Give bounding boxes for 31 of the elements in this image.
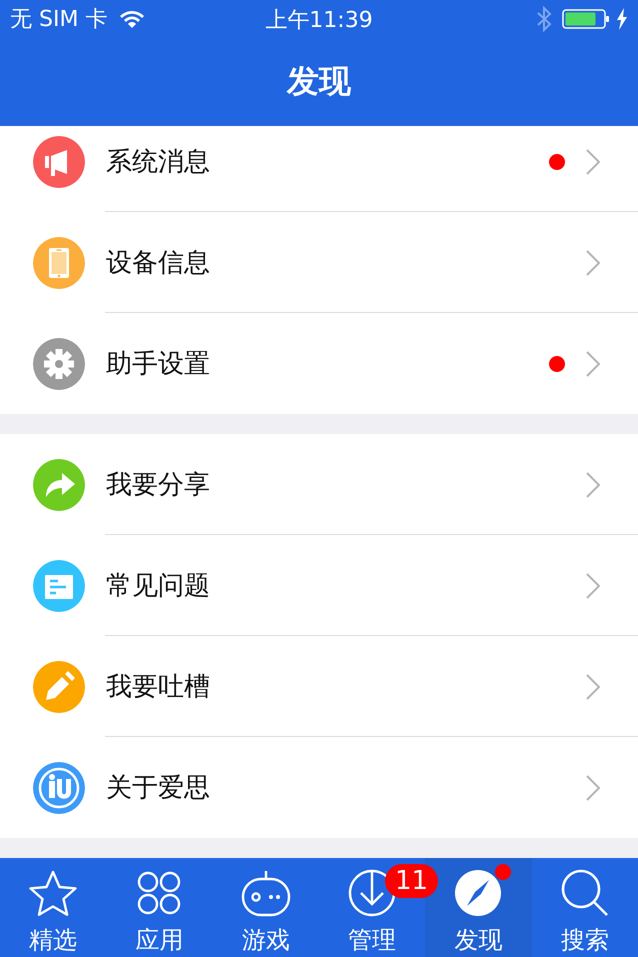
list-item[interactable]: 我要分享 [0,434,638,535]
chevron-icon [586,250,600,276]
chevron-icon [586,350,600,376]
count-badge: 11 [384,864,438,898]
tab[interactable]: 应用 [106,858,213,957]
chevron-icon [586,148,600,174]
tab[interactable]: 搜索 [532,858,638,957]
chevron-icon [586,572,600,598]
wifi-icon [119,9,146,29]
compass-icon [453,868,504,918]
search-icon [560,868,610,918]
charging-icon [616,8,628,30]
page-title: 发现 [287,61,351,102]
chevron-icon [586,774,600,800]
gamepad-icon [240,868,291,918]
tab[interactable]: 游戏 [212,858,319,957]
list-item[interactable]: 助手设置 [0,313,638,414]
chevron-icon [586,674,600,700]
list-item[interactable]: 常见问题 [0,535,638,636]
list-item[interactable]: 系统消息 [0,126,638,212]
list-item[interactable]: 关于爱思 [0,737,638,838]
carrier-text: 无 SIM 卡 [10,6,108,34]
list-item[interactable]: 我要吐槽 [0,636,638,737]
clock-text: 上午11:39 [265,8,373,33]
chevron-icon [586,472,600,498]
battery-icon [562,9,610,29]
download-icon [347,868,398,918]
list-item[interactable]: 设备信息 [0,212,638,313]
tab[interactable]: 发现 [425,858,532,957]
tab[interactable]: 精选 [0,858,106,957]
star-icon [28,868,78,918]
